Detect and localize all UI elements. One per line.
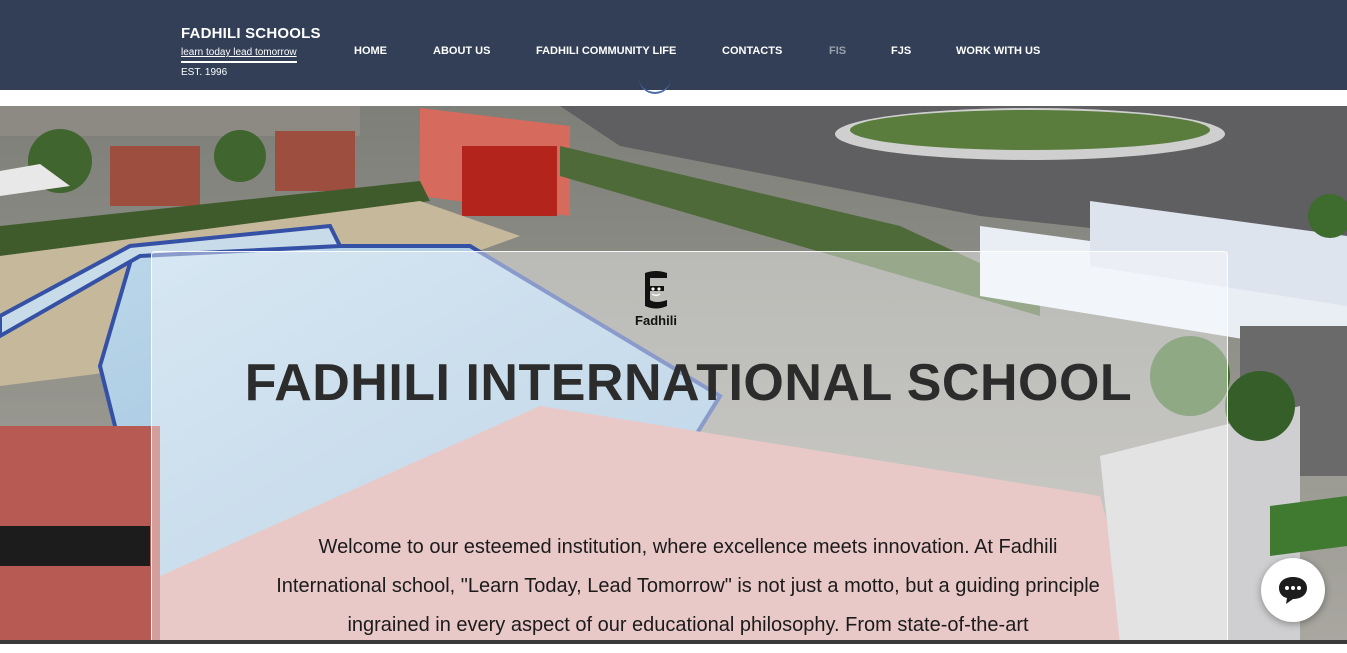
nav-item-home[interactable]: HOME bbox=[354, 45, 387, 57]
brand: FADHILI SCHOOLS learn today lead tomorro… bbox=[181, 25, 321, 79]
site-header: FADHILI SCHOOLS learn today lead tomorro… bbox=[0, 0, 1347, 90]
nav-item-about-us[interactable]: ABOUT US bbox=[433, 45, 490, 57]
nav-item-community-life[interactable]: FADHILI COMMUNITY LIFE bbox=[536, 45, 676, 57]
nav-item-contacts[interactable]: CONTACTS bbox=[722, 45, 782, 57]
chat-bubble-icon bbox=[1279, 577, 1307, 604]
nav-item-work-with-us[interactable]: WORK WITH US bbox=[956, 45, 1040, 57]
brand-tagline[interactable]: learn today lead tomorrow bbox=[181, 47, 297, 63]
school-logo[interactable]: Fadhili bbox=[627, 270, 685, 328]
bottom-edge-bar bbox=[0, 640, 1347, 644]
page-title: FADHILI INTERNATIONAL SCHOOL bbox=[244, 354, 1133, 412]
logo-label: Fadhili bbox=[635, 313, 677, 328]
nav-item-fjs[interactable]: FJS bbox=[891, 45, 911, 57]
school-crest-icon bbox=[645, 271, 667, 309]
header-divider-strip bbox=[0, 90, 1347, 106]
intro-paragraph: Welcome to our esteemed institution, whe… bbox=[276, 536, 1100, 636]
nav-item-fis[interactable]: FIS bbox=[829, 45, 846, 57]
chat-button[interactable] bbox=[1261, 558, 1325, 622]
brand-name[interactable]: FADHILI SCHOOLS bbox=[181, 25, 321, 42]
brand-established: EST. 1996 bbox=[181, 67, 228, 78]
